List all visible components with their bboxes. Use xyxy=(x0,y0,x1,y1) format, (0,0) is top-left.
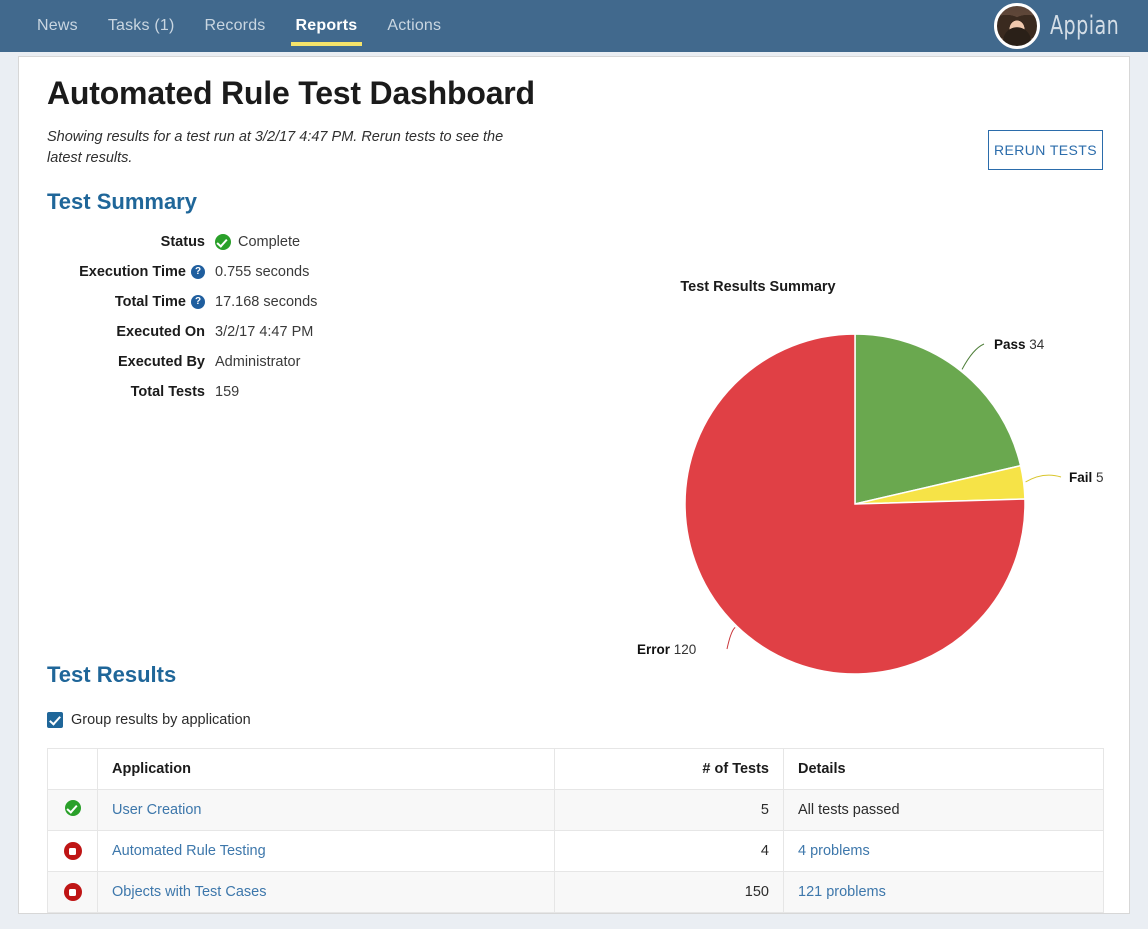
table-header: Application # of Tests Details xyxy=(47,748,1104,790)
summary-row-total-time: Total Time ? 17.168 seconds xyxy=(47,287,347,317)
nav-right-cluster: Appian xyxy=(993,0,1148,52)
table-body: User Creation 5 All tests passed Automat… xyxy=(47,789,1104,913)
test-results-table: Application # of Tests Details User Crea… xyxy=(47,748,1104,913)
summary-label: Status xyxy=(47,234,205,250)
pie-label-value: 120 xyxy=(673,642,697,657)
column-header-details[interactable]: Details xyxy=(783,748,1104,790)
page-title: Automated Rule Test Dashboard xyxy=(47,75,535,111)
pie-leader-line xyxy=(1025,474,1062,483)
nav-tab-actions[interactable]: Actions xyxy=(372,0,456,52)
pie-leader-line xyxy=(961,343,985,370)
nav-tab-records[interactable]: Records xyxy=(190,0,281,52)
row-application-cell: Objects with Test Cases xyxy=(97,871,555,913)
row-num-tests-cell: 5 xyxy=(554,789,784,831)
pie-label-value: 5 xyxy=(1096,470,1104,485)
summary-label: Executed By xyxy=(47,354,205,370)
pie-label-name: Fail xyxy=(1069,470,1093,485)
summary-label: Execution Time ? xyxy=(47,264,205,280)
error-circle-icon xyxy=(63,842,82,860)
help-icon[interactable]: ? xyxy=(191,265,205,279)
nav-tab-label: News xyxy=(37,17,78,34)
avatar[interactable] xyxy=(993,3,1040,49)
column-header-status[interactable] xyxy=(47,748,98,790)
row-application-cell: Automated Rule Testing xyxy=(97,830,555,872)
test-summary-heading: Test Summary xyxy=(47,189,197,214)
summary-value: 0.755 seconds xyxy=(215,264,310,280)
help-icon[interactable]: ? xyxy=(191,295,205,309)
nav-tab-tasks[interactable]: Tasks (1) xyxy=(93,0,190,52)
summary-label-text: Executed By xyxy=(117,354,205,370)
error-circle-icon xyxy=(63,883,82,901)
nav-tab-list: News Tasks (1) Records Reports Actions xyxy=(22,0,456,52)
summary-label-text: Total Time xyxy=(114,294,186,310)
row-num-tests-cell: 150 xyxy=(554,871,784,913)
nav-tab-label: Records xyxy=(204,17,266,34)
summary-row-status: Status Complete xyxy=(47,227,347,257)
row-details-cell: All tests passed xyxy=(783,789,1104,831)
summary-row-execution-time: Execution Time ? 0.755 seconds xyxy=(47,257,347,287)
pie-label-value: 34 xyxy=(1029,337,1045,352)
table-row: Objects with Test Cases 150 121 problems xyxy=(47,871,1104,913)
summary-label: Total Tests xyxy=(47,384,205,400)
check-circle-icon xyxy=(64,800,81,816)
test-results-heading: Test Results xyxy=(47,662,177,687)
details-link[interactable]: 121 problems xyxy=(798,884,886,900)
pie-svg xyxy=(684,333,1062,675)
summary-label-text: Status xyxy=(160,234,205,250)
nav-tab-news[interactable]: News xyxy=(22,0,93,52)
summary-value: Administrator xyxy=(215,354,301,370)
table-row: User Creation 5 All tests passed xyxy=(47,789,1104,831)
row-status-cell xyxy=(47,789,98,831)
summary-row-total-tests: Total Tests 159 xyxy=(47,377,347,407)
details-link[interactable]: 4 problems xyxy=(798,843,870,859)
summary-label: Executed On xyxy=(47,324,205,340)
column-header-application[interactable]: Application xyxy=(97,748,555,790)
row-application-cell: User Creation xyxy=(97,789,555,831)
pie-label-name: Error xyxy=(637,642,671,657)
summary-label: Total Time ? xyxy=(47,294,205,310)
nav-tab-label: Actions xyxy=(387,17,442,34)
summary-row-executed-by: Executed By Administrator xyxy=(47,347,347,377)
rerun-tests-button[interactable]: RERUN TESTS xyxy=(988,130,1103,170)
pie-label-pass: Pass 34 xyxy=(994,337,1044,352)
application-link[interactable]: Objects with Test Cases xyxy=(112,884,266,900)
summary-value: 159 xyxy=(215,384,240,400)
test-results-pie-chart: Test Results Summary Pass 34 Fail 5 Erro… xyxy=(579,222,1124,692)
pie-label-fail: Fail 5 xyxy=(1069,470,1104,485)
details-text: All tests passed xyxy=(798,802,900,818)
summary-value: 17.168 seconds xyxy=(215,294,318,310)
brand-logo: Appian xyxy=(1049,11,1119,41)
row-status-cell xyxy=(47,871,98,913)
pie-label-name: Pass xyxy=(994,337,1026,352)
summary-row-executed-on: Executed On 3/2/17 4:47 PM xyxy=(47,317,347,347)
pie-leader-line xyxy=(726,626,736,650)
top-navigation-bar: News Tasks (1) Records Reports Actions A… xyxy=(0,0,1148,52)
nav-tab-label: Tasks (1) xyxy=(107,17,175,34)
dashboard-card: Automated Rule Test Dashboard Showing re… xyxy=(18,56,1130,914)
check-circle-icon xyxy=(215,234,231,250)
pie-label-error: Error 120 xyxy=(637,642,696,657)
nav-tab-label: Reports xyxy=(295,17,358,34)
nav-tab-reports[interactable]: Reports xyxy=(281,0,373,52)
row-details-cell: 121 problems xyxy=(783,871,1104,913)
summary-value: 3/2/17 4:47 PM xyxy=(215,324,314,340)
group-results-checkbox-label: Group results by application xyxy=(71,712,251,728)
application-link[interactable]: Automated Rule Testing xyxy=(112,843,266,859)
summary-label-text: Executed On xyxy=(116,324,205,340)
row-num-tests-cell: 4 xyxy=(554,830,784,872)
table-header-row: Application # of Tests Details xyxy=(47,748,1104,790)
table-row: Automated Rule Testing 4 4 problems xyxy=(47,830,1104,872)
row-status-cell xyxy=(47,830,98,872)
summary-value-text: Complete xyxy=(238,234,301,250)
row-details-cell: 4 problems xyxy=(783,830,1104,872)
page-subtitle: Showing results for a test run at 3/2/17… xyxy=(47,129,504,167)
application-link[interactable]: User Creation xyxy=(112,802,201,818)
summary-label-text: Execution Time xyxy=(79,264,186,280)
group-results-checkbox-row[interactable]: Group results by application xyxy=(47,712,251,728)
summary-value: Complete xyxy=(205,234,300,250)
column-header-num-tests[interactable]: # of Tests xyxy=(554,748,784,790)
summary-label-text: Total Tests xyxy=(130,384,205,400)
test-summary-list: Status Complete Execution Time ? 0.755 s… xyxy=(47,227,347,407)
group-results-checkbox[interactable] xyxy=(47,712,63,728)
